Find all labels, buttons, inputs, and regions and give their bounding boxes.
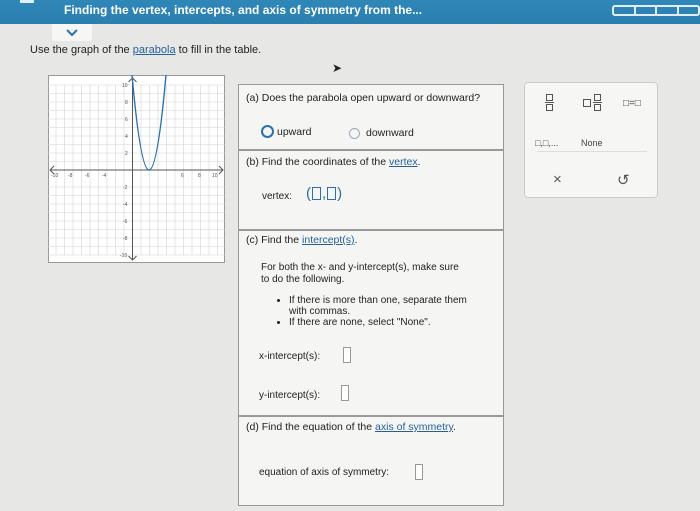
y-tick-label: -4	[123, 202, 128, 208]
y-tick-label: 4	[125, 134, 128, 140]
header-bar: Finding the vertex, intercepts, and axis…	[0, 0, 700, 24]
x-tick-label: -4	[102, 173, 107, 179]
parabola-graph: -10 -8 -6 -4 6 8 10 10 8 6 4 2 -2 -4 -6 …	[48, 74, 225, 263]
paren-close-icon: )	[337, 185, 343, 202]
part-d-panel: (d) Find the equation of the axis of sym…	[238, 416, 504, 506]
menu-icon[interactable]	[20, 0, 34, 3]
instruction-suffix: to fill in the table.	[178, 44, 262, 56]
part-d-suffix: .	[453, 421, 456, 433]
part-b-suffix: .	[417, 156, 421, 168]
parabola-link[interactable]: parabola	[133, 44, 176, 56]
bullet-text: with commas.	[289, 306, 351, 317]
part-a-question: (a) Does the parabola open upward or dow…	[246, 92, 481, 104]
vertex-input[interactable]: ( , )	[306, 185, 342, 202]
axis-of-symmetry-link[interactable]: axis of symmetry	[375, 421, 453, 433]
chevron-down-icon	[66, 28, 78, 36]
progress-segment	[636, 7, 657, 14]
y-tick-label: -6	[123, 219, 128, 225]
bullet-item: If there are none, select "None".	[289, 317, 467, 328]
progress-segment	[614, 7, 636, 14]
part-c-question: (c) Find the intercept(s).	[246, 234, 357, 246]
x-intercept-label: x-intercept(s):	[259, 351, 321, 362]
x-intercept-input[interactable]	[343, 347, 351, 363]
y-tick-label: -8	[123, 236, 128, 242]
part-a-panel: (a) Does the parabola open upward or dow…	[238, 84, 504, 150]
x-tick-label: 10	[212, 173, 218, 179]
x-tick-label: -8	[68, 173, 73, 179]
vertex-y-box[interactable]	[327, 187, 337, 200]
math-toolbox: □=□ □,□,... None × ↺	[524, 82, 658, 198]
radio-button-icon[interactable]	[261, 125, 274, 138]
instruction-prefix: Use the graph of the	[30, 44, 130, 56]
comma-list-tool[interactable]: □,□,...	[535, 138, 558, 148]
radio-button-icon[interactable]	[349, 127, 360, 139]
axis-symmetry-input[interactable]	[415, 464, 423, 480]
undo-icon[interactable]: ↺	[617, 171, 630, 189]
radio-upward-label: upward	[277, 125, 312, 138]
y-intercept-input[interactable]	[341, 385, 349, 401]
part-b-panel: (b) Find the coordinates of the vertex. …	[238, 150, 504, 230]
instruction-text: Use the graph of the parabola to fill in…	[30, 44, 261, 56]
x-tick-label: 8	[198, 173, 201, 179]
instructions-line: For both the x- and y-intercept(s), make…	[261, 262, 459, 273]
x-tick-label: -6	[85, 173, 90, 179]
part-c-panel: (c) Find the intercept(s). For both the …	[238, 230, 504, 416]
vertex-label: vertex:	[262, 191, 293, 202]
comma-icon: ,	[322, 185, 327, 202]
y-tick-label: 2	[125, 151, 128, 157]
radio-downward-label: downward	[366, 127, 414, 139]
y-tick-label: 8	[125, 100, 128, 106]
part-b-prefix: (b) Find the coordinates of the	[246, 156, 387, 168]
clear-icon[interactable]: ×	[553, 171, 562, 188]
bullet-item: If there is more than one, separate them…	[289, 295, 467, 317]
part-d-prefix: (d) Find the equation of the	[246, 421, 373, 433]
none-button[interactable]: None	[581, 138, 603, 148]
collapse-tab[interactable]	[52, 24, 92, 41]
y-tick-label: 6	[125, 117, 128, 123]
instruction-bullets: If there is more than one, separate them…	[279, 295, 467, 328]
radio-upward[interactable]: upward	[261, 125, 311, 138]
radio-downward[interactable]: downward	[349, 127, 414, 139]
intercepts-link[interactable]: intercept(s)	[302, 234, 355, 246]
y-intercept-label: y-intercept(s):	[259, 390, 321, 401]
part-c-prefix: (c) Find the	[246, 234, 300, 246]
page-title: Finding the vertex, intercepts, and axis…	[64, 3, 423, 17]
progress-segment	[657, 7, 679, 14]
fraction-tool[interactable]	[545, 94, 554, 111]
instructions-line: to do the following.	[261, 274, 345, 285]
progress-indicator	[612, 5, 700, 16]
y-tick-label: -2	[123, 185, 128, 191]
paren-open-icon: (	[306, 185, 311, 202]
y-tick-label: 10	[122, 83, 128, 89]
part-d-question: (d) Find the equation of the axis of sym…	[246, 421, 456, 433]
mixed-number-tool[interactable]	[583, 94, 602, 111]
vertex-x-box[interactable]	[312, 187, 321, 200]
x-tick-label: -10	[51, 173, 58, 179]
part-b-question: (b) Find the coordinates of the vertex.	[246, 156, 421, 168]
progress-segment	[679, 7, 699, 14]
vertex-link[interactable]: vertex	[389, 156, 418, 168]
mouse-cursor-icon: ➤	[332, 61, 343, 75]
equals-tool[interactable]: □=□	[623, 98, 641, 109]
intercept-instructions: For both the x- and y-intercept(s), make…	[261, 262, 459, 286]
axis-symmetry-label: equation of axis of symmetry:	[259, 467, 390, 478]
bullet-text: If there is more than one, separate them	[289, 295, 467, 306]
part-c-suffix: .	[354, 234, 358, 246]
x-tick-label: 6	[181, 173, 184, 179]
y-tick-label: -10	[120, 253, 127, 259]
